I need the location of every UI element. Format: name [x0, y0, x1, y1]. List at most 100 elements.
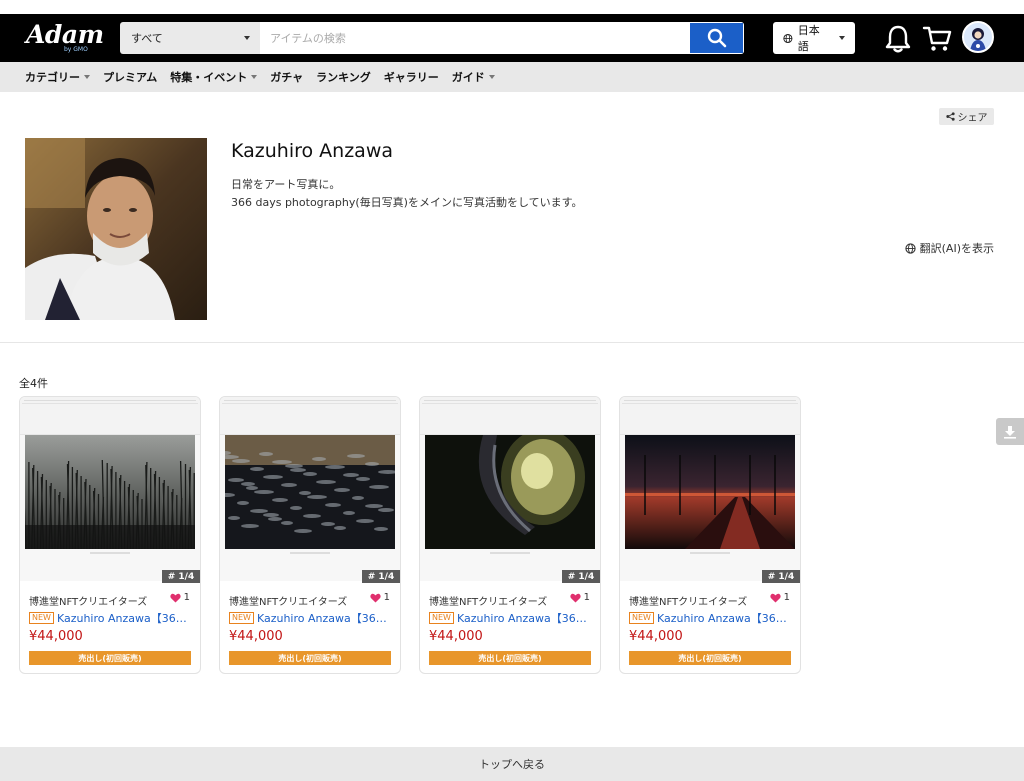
avatar-image [964, 23, 992, 51]
item-image [25, 435, 195, 549]
like-count: 1 [183, 592, 190, 603]
nav-item[interactable]: ランキング [316, 69, 371, 85]
nav-item[interactable]: プレミアム [103, 69, 157, 85]
edition-badge: # 1/4 [762, 570, 800, 583]
nav-item-label: ギャラリー [383, 71, 439, 84]
item-image-frame [220, 435, 400, 581]
user-avatar[interactable] [962, 21, 994, 53]
item-title-row[interactable]: NEW Kazuhiro Anzawa【36… [229, 610, 389, 626]
image-caption [90, 552, 130, 554]
image-caption [290, 552, 330, 554]
chevron-down-icon [839, 36, 845, 40]
chevron-down-icon [488, 75, 495, 79]
search-icon [707, 28, 726, 48]
site-logo[interactable]: Adam by GMO [26, 20, 104, 54]
card-stack-top [620, 397, 800, 435]
cart-icon[interactable] [922, 24, 952, 54]
language-select[interactable]: 日本語 [773, 22, 855, 54]
item-card[interactable]: # 1/4 博進堂NFTクリエイターズ 1 NEW Kazuhiro Anzaw… [419, 396, 601, 674]
nav-item[interactable]: ギャラリー [384, 69, 439, 85]
new-badge: NEW [229, 612, 254, 624]
back-to-top-button[interactable]: トップへ戻る [0, 747, 1024, 781]
item-creator[interactable]: 博進堂NFTクリエイターズ [29, 593, 147, 608]
bio-line: 366 days photography(毎日写真)をメインに写真活動をしていま… [231, 196, 583, 209]
item-image-frame [20, 435, 200, 581]
item-price: ¥44,000 [29, 629, 83, 644]
search-category-value: すべて [131, 32, 163, 45]
item-title-row[interactable]: NEW Kazuhiro Anzawa【36… [29, 610, 189, 626]
language-label: 日本語 [797, 24, 820, 53]
bio-line: 日常をアート写真に。 [231, 178, 341, 191]
item-card[interactable]: # 1/4 博進堂NFTクリエイターズ 1 NEW Kazuhiro Anzaw… [219, 396, 401, 674]
share-icon [945, 112, 955, 121]
like-count: 1 [783, 592, 790, 603]
creator-bio: 日常をアート写真に。 366 days photography(毎日写真)をメイ… [231, 176, 583, 212]
item-title-row[interactable]: NEW Kazuhiro Anzawa【36… [429, 610, 589, 626]
item-price: ¥44,000 [629, 629, 683, 644]
image-caption [690, 552, 730, 554]
search-input[interactable] [260, 22, 689, 54]
sale-status-badge: 売出し(初回販売) [629, 651, 791, 665]
item-creator[interactable]: 博進堂NFTクリエイターズ [629, 593, 747, 608]
search-button[interactable] [689, 22, 744, 54]
globe-icon [905, 242, 916, 254]
new-badge: NEW [629, 612, 654, 624]
heart-icon [169, 593, 181, 603]
logo-text: Adam [26, 20, 104, 49]
edition-badge: # 1/4 [362, 570, 400, 583]
edition-badge: # 1/4 [562, 570, 600, 583]
nav-item[interactable]: 特集・イベント [170, 69, 258, 85]
bell-icon[interactable] [884, 24, 912, 54]
item-image-frame [420, 435, 600, 581]
item-grid: # 1/4 博進堂NFTクリエイターズ 1 NEW Kazuhiro Anzaw… [19, 396, 801, 674]
share-button[interactable]: シェア [939, 108, 994, 125]
item-image [625, 435, 795, 549]
item-card[interactable]: # 1/4 博進堂NFTクリエイターズ 1 NEW Kazuhiro Anzaw… [619, 396, 801, 674]
item-title: Kazuhiro Anzawa【36… [56, 612, 187, 625]
item-title: Kazuhiro Anzawa【36… [456, 612, 587, 625]
chevron-down-icon [251, 75, 258, 79]
download-icon [1004, 425, 1016, 439]
nav-item[interactable]: カテゴリー [25, 69, 90, 85]
image-caption [490, 552, 530, 554]
site-header: Adam by GMO すべて 日本語 [0, 14, 1024, 62]
globe-icon [783, 33, 793, 43]
item-title: Kazuhiro Anzawa【36… [256, 612, 387, 625]
chevron-down-icon [244, 36, 250, 40]
edition-badge: # 1/4 [162, 570, 200, 583]
card-stack-top [20, 397, 200, 435]
item-card[interactable]: # 1/4 博進堂NFTクリエイターズ 1 NEW Kazuhiro Anzaw… [19, 396, 201, 674]
item-count: 全4件 [19, 377, 48, 390]
heart-icon [569, 593, 581, 603]
like-button[interactable]: 1 [169, 592, 190, 603]
item-creator[interactable]: 博進堂NFTクリエイターズ [229, 593, 347, 608]
translate-button[interactable]: 翻訳(AI)を表示 [905, 240, 994, 256]
like-button[interactable]: 1 [369, 592, 390, 603]
chevron-down-icon [84, 75, 90, 79]
new-badge: NEW [429, 612, 454, 624]
nav-item-label: 特集・イベント [170, 71, 248, 84]
item-image-frame [620, 435, 800, 581]
sale-status-badge: 売出し(初回販売) [229, 651, 391, 665]
translate-label: 翻訳(AI)を表示 [919, 242, 994, 255]
search-category-select[interactable]: すべて [120, 22, 260, 54]
logo-subtext: by GMO [64, 46, 88, 53]
nav-item[interactable]: ガイド [452, 69, 495, 85]
nav-item[interactable]: ガチャ [270, 69, 303, 85]
sale-status-badge: 売出し(初回販売) [29, 651, 191, 665]
card-stack-top [420, 397, 600, 435]
item-title-row[interactable]: NEW Kazuhiro Anzawa【36… [629, 610, 789, 626]
main-nav: カテゴリー プレミアム 特集・イベント ガチャ ランキング ギャラリー ガイド [0, 62, 1024, 92]
download-button[interactable] [996, 418, 1024, 445]
heart-icon [769, 593, 781, 603]
like-count: 1 [383, 592, 390, 603]
nav-item-label: ランキング [316, 71, 371, 84]
item-creator[interactable]: 博進堂NFTクリエイターズ [429, 593, 547, 608]
creator-profile: シェア Kazuhiro Anzawa 日常をアート写真に。 366 days … [0, 92, 1024, 343]
new-badge: NEW [29, 612, 54, 624]
like-button[interactable]: 1 [569, 592, 590, 603]
like-button[interactable]: 1 [769, 592, 790, 603]
top-strip [0, 0, 1024, 14]
creator-name: Kazuhiro Anzawa [231, 140, 394, 162]
nav-item-label: ガイド [451, 71, 485, 84]
